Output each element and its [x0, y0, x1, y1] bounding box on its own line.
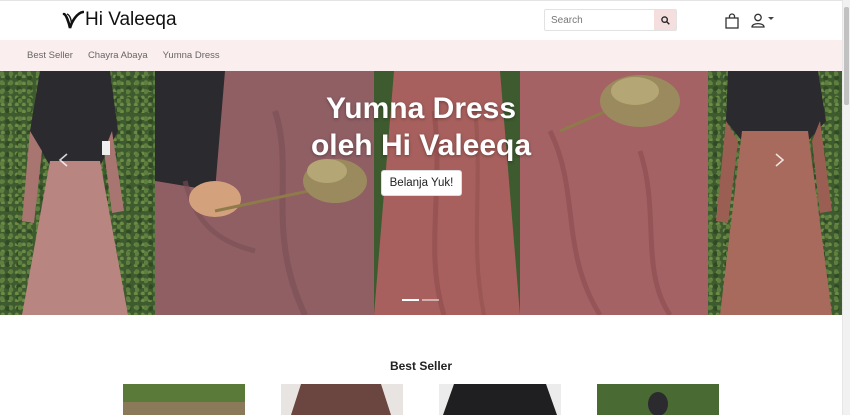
nav-link-best-seller[interactable]: Best Seller	[27, 50, 73, 61]
product-image	[597, 384, 719, 415]
nav-link-chayra-abaya[interactable]: Chayra Abaya	[88, 50, 148, 61]
search-input[interactable]	[545, 10, 654, 30]
scrollbar-thumb[interactable]	[844, 7, 849, 105]
category-nav: Best Seller Chayra Abaya Yumna Dress	[0, 40, 842, 71]
page-scrollbar[interactable]	[842, 0, 850, 415]
carousel-prev-icon[interactable]	[55, 151, 73, 169]
caret-down-icon	[768, 17, 774, 20]
hero-title: Yumna Dress oleh Hi Valeeqa	[0, 90, 842, 164]
account-menu-button[interactable]	[751, 13, 774, 28]
product-card[interactable]	[281, 384, 403, 415]
product-image	[439, 384, 561, 415]
nav-link-yumna-dress[interactable]: Yumna Dress	[163, 50, 220, 61]
brand-v-icon	[62, 10, 84, 29]
product-card[interactable]	[597, 384, 719, 415]
shop-now-button[interactable]: Belanja Yuk!	[381, 170, 462, 196]
search-icon	[660, 15, 670, 25]
hero-title-line: oleh Hi Valeeqa	[310, 129, 532, 162]
hero-title-line: Yumna Dress	[325, 92, 517, 125]
product-grid	[0, 384, 842, 415]
shopping-bag-icon[interactable]	[725, 13, 739, 29]
product-image	[123, 384, 245, 415]
product-image	[281, 384, 403, 415]
product-card[interactable]	[439, 384, 561, 415]
brand-name: Hi Valeeqa	[85, 9, 177, 30]
carousel-indicator[interactable]	[402, 299, 419, 301]
brand-logo[interactable]: Hi Valeeqa	[62, 9, 177, 31]
carousel-indicator[interactable]	[422, 299, 439, 301]
hero-carousel: Yumna Dress oleh Hi Valeeqa Belanja Yuk!	[0, 71, 842, 315]
search-button[interactable]	[654, 10, 676, 30]
carousel-indicators	[402, 299, 442, 301]
search-form	[544, 9, 677, 31]
top-navbar: Hi Valeeqa	[0, 0, 842, 40]
user-icon	[751, 13, 765, 28]
section-title: Best Seller	[389, 359, 453, 373]
product-card[interactable]	[123, 384, 245, 415]
carousel-next-icon[interactable]	[770, 151, 788, 169]
